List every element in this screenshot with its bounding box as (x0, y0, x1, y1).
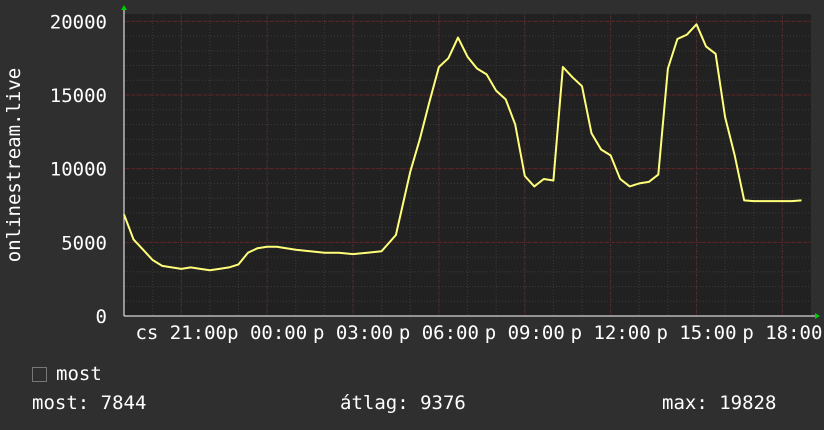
chart: 0 5000 10000 15000 20000 cs 21:00 p 00:00 p 03:… (3, 5, 822, 344)
y-tick-label: 15000 (50, 85, 107, 107)
y-tick-label: 0 (96, 306, 107, 328)
stat-max: max: 19828 (662, 392, 777, 414)
legend-label: most (56, 363, 102, 385)
y-tick-label: 20000 (50, 11, 107, 33)
y-axis-arrow (121, 5, 127, 10)
stat-current: most: 7844 (32, 392, 147, 414)
x-tick-label: p 00:00 (227, 322, 307, 344)
x-tick-label: p 03:00 (313, 322, 393, 344)
x-axis-arrow (815, 313, 820, 319)
y-tick-label: 5000 (61, 232, 107, 254)
y-axis-label: onlinestream.live (3, 68, 25, 262)
legend-swatch (32, 366, 47, 382)
y-tick-label: 10000 (50, 159, 107, 181)
x-tick-label: p 15:00 (656, 322, 736, 344)
x-tick-label: p 06:00 (399, 322, 479, 344)
x-tick-label: p 09:00 (485, 322, 565, 344)
x-tick-label: p 12:00 (571, 322, 651, 344)
x-tick-label: p 18:00 (742, 322, 822, 344)
stat-average: átlag: 9376 (340, 392, 466, 414)
x-tick-label: cs 21:00 (135, 322, 227, 344)
legend: most (32, 363, 102, 385)
